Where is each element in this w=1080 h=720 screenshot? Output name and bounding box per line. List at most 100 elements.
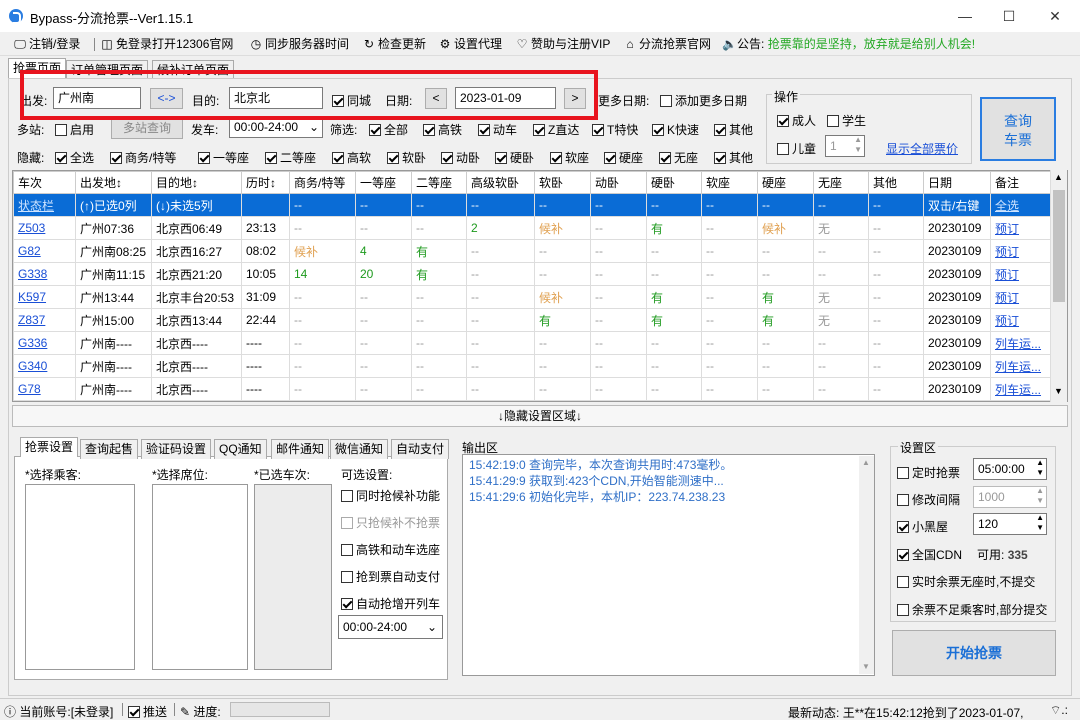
hide-no-seat-checkbox[interactable]: 无座	[659, 149, 698, 166]
table-cell[interactable]: G82	[13, 239, 76, 263]
blackroom-checkbox[interactable]: 小黑屋	[897, 518, 948, 535]
option-seat-select-checkbox[interactable]: 高铁和动车选座	[341, 541, 440, 558]
tab-grab-settings[interactable]: 抢票设置	[20, 437, 79, 457]
column-header[interactable]: 二等座	[411, 171, 467, 194]
start-grab-button[interactable]: 开始抢票	[892, 630, 1056, 676]
seat-list[interactable]	[152, 484, 248, 670]
student-checkbox[interactable]: 学生	[827, 112, 866, 129]
table-cell[interactable]: 预订	[990, 285, 1052, 309]
column-header[interactable]: 其他	[868, 171, 924, 194]
hide-first-class-checkbox[interactable]: 一等座	[198, 149, 249, 166]
column-header[interactable]: 日期	[923, 171, 991, 194]
filter-emu-checkbox[interactable]: 动车	[478, 121, 517, 138]
tab-auto-pay[interactable]: 自动支付	[391, 439, 450, 459]
menu-official-site[interactable]: ⌂ 分流抢票官网	[624, 36, 711, 52]
table-cell[interactable]: K597	[13, 285, 76, 309]
tab-email-notify[interactable]: 邮件通知	[271, 439, 330, 459]
table-cell[interactable]: 预订	[990, 308, 1052, 332]
blackroom-input[interactable]: 120 ▲ ▼	[973, 513, 1047, 535]
scroll-up-icon[interactable]: ▲	[862, 458, 870, 467]
enable-multi-station-checkbox[interactable]: 启用	[55, 121, 94, 138]
filter-z-checkbox[interactable]: Z直达	[533, 121, 579, 138]
table-cell[interactable]: G336	[13, 331, 76, 355]
column-header[interactable]: 商务/特等	[289, 171, 356, 194]
menu-login[interactable]: 🖵 注销/登录	[14, 36, 80, 52]
train-table[interactable]: 车次 出发地↕ 目的地↕ 历时↕ 商务/特等 一等座 二等座 高级软卧 软卧 动卧 硬卧 软座 硬座 无座…	[12, 170, 1068, 402]
minimize-button[interactable]: —	[942, 0, 988, 32]
menu-check-update[interactable]: ↻ 检查更新	[363, 36, 426, 52]
filter-high-speed-checkbox[interactable]: 高铁	[423, 121, 462, 138]
table-cell[interactable]: G340	[13, 354, 76, 378]
close-button[interactable]: ✕	[1032, 0, 1078, 32]
column-header[interactable]: 动卧	[590, 171, 647, 194]
multi-station-query-button[interactable]: 多站查询	[111, 117, 183, 139]
table-cell[interactable]: Z837	[13, 308, 76, 332]
tab-wechat-notify[interactable]: 微信通知	[330, 439, 389, 459]
table-row[interactable]: G340 广州南---- 北京西---- ---- -- -- -- -- -- -- -- -- --…	[13, 354, 1052, 378]
column-header[interactable]: 历时↕	[241, 171, 290, 194]
output-scrollbar[interactable]: ▲ ▼	[859, 456, 874, 674]
filter-t-checkbox[interactable]: T特快	[592, 121, 638, 138]
column-header[interactable]: 一等座	[355, 171, 412, 194]
column-header[interactable]: 软卧	[534, 171, 591, 194]
table-cell[interactable]: 全选	[990, 193, 1052, 217]
filter-k-checkbox[interactable]: K快速	[652, 121, 699, 138]
menu-proxy[interactable]: ⚙ 设置代理	[439, 36, 502, 52]
table-cell[interactable]: 列车运...	[990, 377, 1052, 401]
time-range-select[interactable]: 00:00-24:00 ⌄	[338, 615, 443, 639]
column-header[interactable]: 软座	[701, 171, 758, 194]
scroll-down-icon[interactable]: ▼	[862, 662, 870, 671]
modify-interval-checkbox[interactable]: 修改间隔	[897, 491, 960, 508]
hide-soft-sleeper-checkbox[interactable]: 软卧	[387, 149, 426, 166]
column-header[interactable]: 备注	[990, 171, 1052, 194]
menu-sync-time[interactable]: ◷ 同步服务器时间	[250, 36, 349, 52]
menu-open-12306[interactable]: ◫ 免登录打开12306官网	[101, 36, 233, 52]
hide-deluxe-soft-checkbox[interactable]: 高软	[332, 149, 371, 166]
adult-checkbox[interactable]: 成人	[777, 112, 816, 129]
hide-other-checkbox[interactable]: 其他	[714, 149, 753, 166]
query-tickets-button[interactable]: 查询 车票	[980, 97, 1056, 161]
table-row[interactable]: G336 广州南---- 北京西---- ---- -- -- -- -- -- -- -- -- --…	[13, 331, 1052, 355]
table-row[interactable]: Z837 广州15:00 北京西13:44 22:44 -- -- -- -- 有 -- 有 -- 有无…	[13, 308, 1052, 332]
add-more-dates-checkbox[interactable]: 添加更多日期	[660, 92, 747, 109]
table-cell[interactable]: 预订	[990, 239, 1052, 263]
hide-emu-sleeper-checkbox[interactable]: 动卧	[441, 149, 480, 166]
option-extra-trains-checkbox[interactable]: 自动抢增开列车	[341, 595, 440, 612]
hide-business-checkbox[interactable]: 商务/特等	[110, 149, 176, 166]
filter-other-checkbox[interactable]: 其他	[714, 121, 753, 138]
output-log[interactable]: 15:42:19:0 查询完毕，本次查询共用时:473毫秒。 15:41:29:…	[462, 454, 875, 676]
maximize-button[interactable]: ☐	[986, 0, 1032, 32]
column-header[interactable]: 出发地↕	[75, 171, 152, 194]
timed-grab-checkbox[interactable]: 定时抢票	[897, 464, 960, 481]
table-cell[interactable]: G338	[13, 262, 76, 286]
filter-all-checkbox[interactable]: 全部	[369, 121, 408, 138]
realtime-no-seat-checkbox[interactable]: 实时余票无座时,不提交	[897, 573, 1035, 590]
status-row[interactable]: 状态栏 (↑)已选0列 (↓)未选5列 -- -- -- -- -- -- -- -- -- -- -- 双…	[13, 193, 1052, 217]
table-row[interactable]: G82 广州南08:25 北京西16:27 08:02 候补 4 有 -- -- -- -- -- --…	[13, 239, 1052, 263]
child-checkbox[interactable]: 儿童	[777, 140, 816, 157]
tab-query-sale[interactable]: 查询起售	[80, 439, 139, 459]
option-waitlist-only-checkbox[interactable]: 只抢候补不抢票	[341, 514, 440, 531]
passenger-list[interactable]	[25, 484, 135, 670]
show-all-prices-link[interactable]: 显示全部票价	[886, 140, 958, 157]
hide-hard-seat-checkbox[interactable]: 硬座	[604, 149, 643, 166]
table-row[interactable]: G78 广州南---- 北京西---- ---- -- -- -- -- -- -- -- -- -- -…	[13, 377, 1052, 401]
table-row[interactable]: G338 广州南11:15 北京西21:20 10:05 14 20 有 -- -- -- -- --…	[13, 262, 1052, 286]
hide-select-all-checkbox[interactable]: 全选	[55, 149, 94, 166]
option-auto-pay-checkbox[interactable]: 抢到票自动支付	[341, 568, 440, 585]
hide-hard-sleeper-checkbox[interactable]: 硬卧	[495, 149, 534, 166]
option-waitlist-checkbox[interactable]: 同时抢候补功能	[341, 487, 440, 504]
column-header[interactable]: 硬卧	[646, 171, 702, 194]
table-cell[interactable]: 状态栏	[13, 193, 76, 217]
column-header[interactable]: 车次	[13, 171, 76, 194]
tab-captcha-settings[interactable]: 验证码设置	[141, 439, 212, 459]
scroll-thumb[interactable]	[1053, 190, 1065, 302]
table-cell[interactable]: 预订	[990, 216, 1052, 240]
scroll-up-icon[interactable]: ▲	[1054, 172, 1063, 182]
scroll-down-icon[interactable]: ▼	[1054, 386, 1063, 396]
table-cell[interactable]: 列车运...	[990, 331, 1052, 355]
selected-trains-list[interactable]	[254, 484, 332, 670]
column-header[interactable]: 无座	[813, 171, 869, 194]
column-header[interactable]: 硬座	[757, 171, 814, 194]
hide-settings-bar[interactable]: ↓隐藏设置区域↓	[12, 405, 1068, 427]
